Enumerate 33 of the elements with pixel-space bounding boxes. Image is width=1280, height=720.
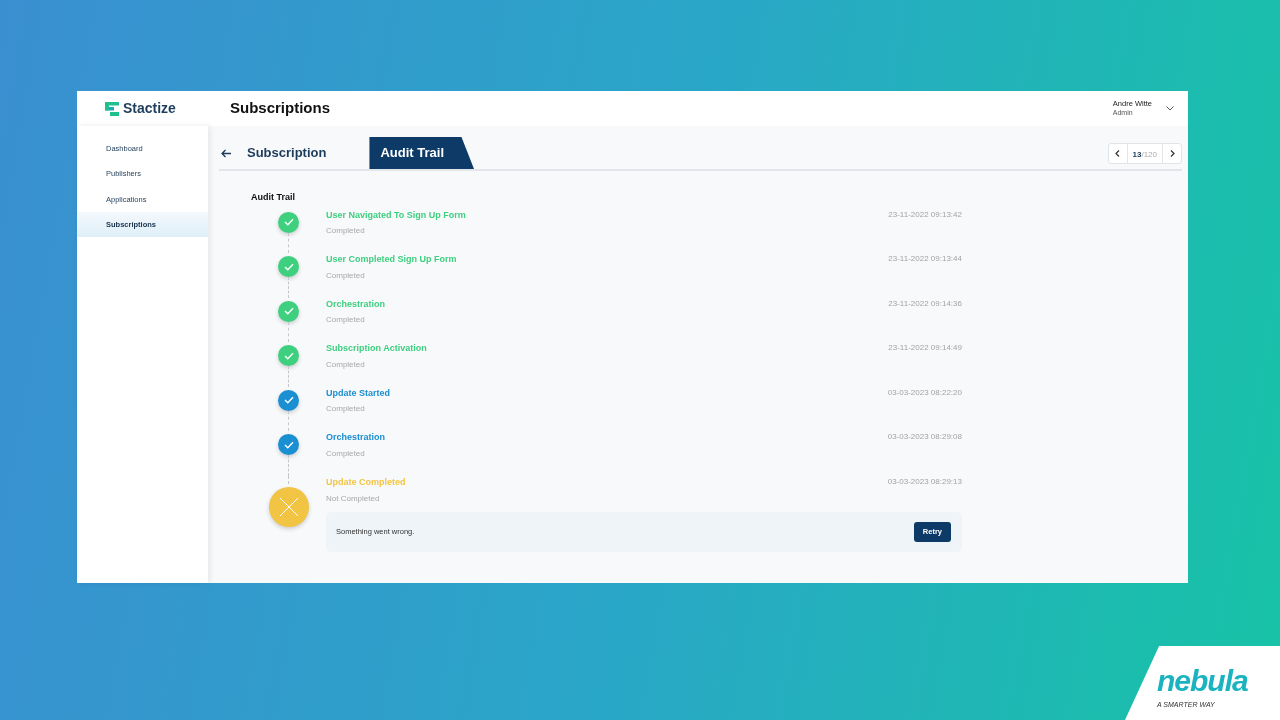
- step-timestamp: 03-03-2023 08:29:08: [887, 431, 962, 444]
- chevron-right-icon: [1169, 149, 1175, 157]
- step-title: Subscription Activation: [326, 342, 427, 356]
- step-title: Orchestration: [326, 431, 385, 445]
- step-status: Completed: [326, 269, 366, 282]
- step-title: Update Completed: [326, 476, 406, 490]
- step-status: Completed: [326, 403, 366, 416]
- chevron-down-icon[interactable]: [1166, 106, 1174, 111]
- logo-text: Stactize: [123, 99, 176, 118]
- step-status: Completed: [326, 447, 366, 460]
- step-timestamp: 23-11-2022 09:13:42: [888, 208, 962, 221]
- step-title: Orchestration: [326, 297, 385, 311]
- logo-icon: [105, 101, 119, 116]
- arrow-left-icon: [221, 148, 232, 158]
- step-status: Completed: [326, 314, 366, 327]
- step-status: Not Completed: [326, 492, 381, 505]
- step-timestamp: 23-11-2022 09:13:44: [888, 253, 962, 266]
- tab[interactable]: Subscription: [236, 137, 340, 169]
- page-counter: 13/120: [1126, 143, 1163, 163]
- chevron-left-icon: [1115, 149, 1120, 157]
- step-timestamp: 23-11-2022 09:14:49: [888, 342, 962, 355]
- tab[interactable]: Audit Trail: [369, 137, 474, 169]
- step-timestamp: 03-03-2023 08:22:20: [887, 386, 962, 399]
- page-title: Subscriptions: [230, 98, 330, 119]
- step-timestamp: 23-11-2022 09:14:36: [888, 297, 962, 310]
- step-title: Update Started: [326, 386, 390, 400]
- step-title: User Navigated To Sign Up Form: [326, 208, 466, 222]
- step-title: User Completed Sign Up Form: [326, 253, 457, 267]
- brand-logo-text: nebula: [1157, 666, 1248, 696]
- section-heading: Audit Trail: [251, 191, 296, 204]
- step-timestamp: 03-03-2023 08:29:13: [887, 476, 962, 489]
- step-status: Completed: [326, 225, 366, 237]
- step-status: Completed: [326, 358, 366, 371]
